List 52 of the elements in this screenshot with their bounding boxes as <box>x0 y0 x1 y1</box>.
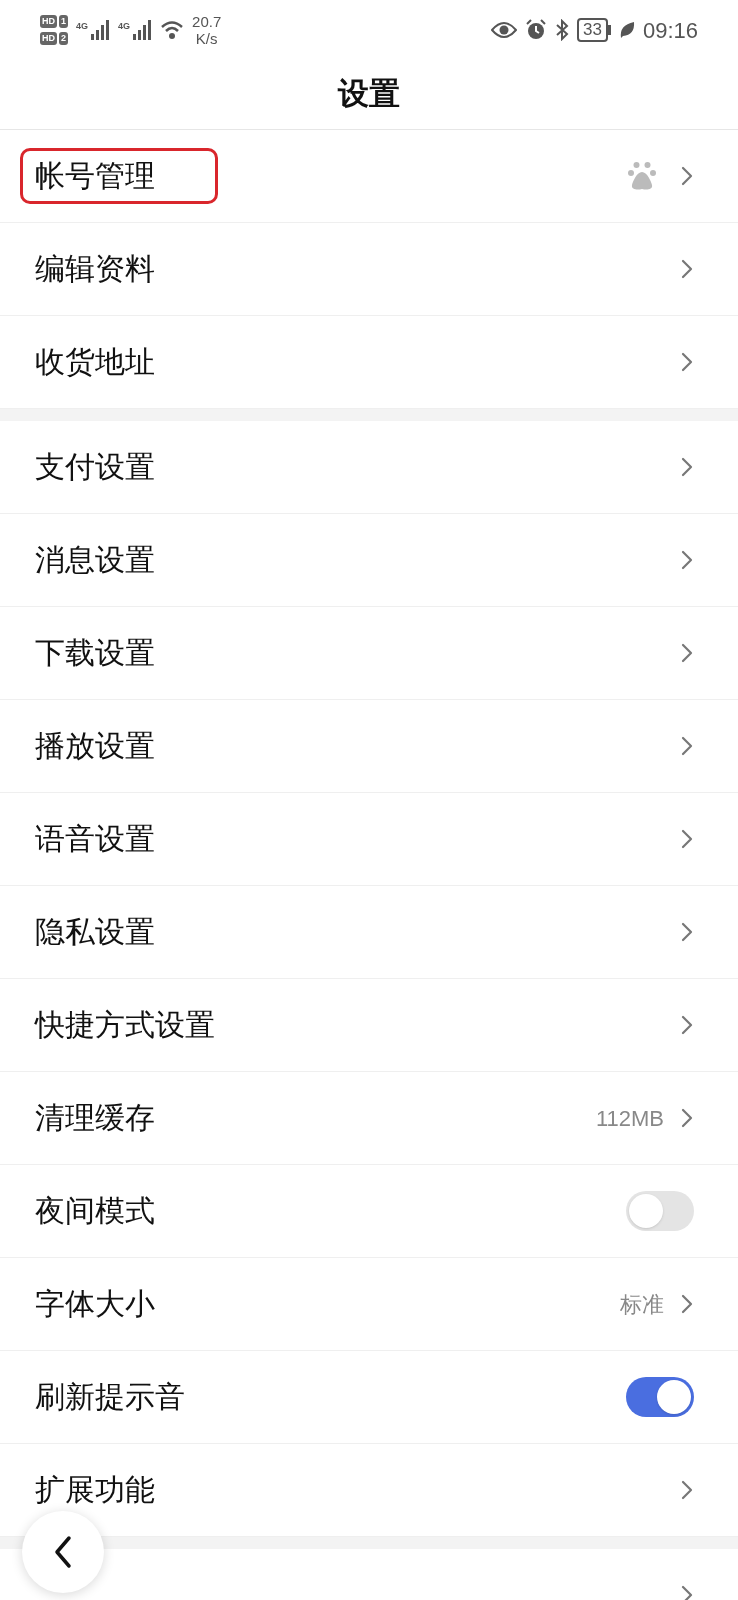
chevron-right-icon <box>680 828 694 850</box>
chevron-right-icon <box>680 549 694 571</box>
setting-label[interactable]: 收货地址 <box>35 345 155 379</box>
setting-value: 112MB <box>595 1104 664 1133</box>
speed-unit: K/s <box>195 30 218 47</box>
paw-icon <box>628 161 656 191</box>
network-speed: 20.7 <box>192 13 222 30</box>
setting-label[interactable]: 清理缓存 <box>35 1101 155 1135</box>
setting-label[interactable]: 播放设置 <box>35 729 155 763</box>
network-type: 4G <box>118 20 131 33</box>
setting-label[interactable]: 支付设置 <box>35 450 155 484</box>
setting-label[interactable]: 编辑资料 <box>35 252 155 286</box>
chevron-right-icon <box>680 351 694 373</box>
setting-label[interactable]: 刷新提示音 <box>35 1380 185 1414</box>
clock-time: 09:16 <box>642 16 698 45</box>
chevron-right-icon <box>680 1293 694 1315</box>
network-type: 4G <box>76 20 89 33</box>
chevron-right-icon <box>680 1107 694 1129</box>
chevron-right-icon <box>680 735 694 757</box>
setting-label[interactable]: 夜间模式 <box>35 1194 155 1228</box>
chevron-right-icon <box>680 921 694 943</box>
bluetooth-icon <box>555 19 569 41</box>
setting-value: 标准 <box>620 1290 664 1319</box>
chevron-right-icon <box>680 642 694 664</box>
setting-label[interactable]: 隐私设置 <box>35 915 155 949</box>
chevron-right-icon <box>680 258 694 280</box>
setting-label[interactable]: 字体大小 <box>35 1287 155 1321</box>
chevron-right-icon <box>680 1014 694 1036</box>
battery-level: 33 <box>577 18 608 42</box>
setting-label[interactable]: 帐号管理 <box>35 159 155 193</box>
sim-slot: 1 <box>59 15 68 28</box>
signal-icon <box>90 20 111 40</box>
sim-slot: 2 <box>59 32 68 45</box>
setting-label[interactable]: 语音设置 <box>35 822 155 856</box>
chevron-right-icon <box>680 1479 694 1501</box>
toggle-switch[interactable] <box>626 1191 694 1231</box>
toggle-switch[interactable] <box>626 1377 694 1417</box>
signal-icon <box>132 20 153 40</box>
setting-label[interactable]: 快捷方式设置 <box>35 1008 215 1042</box>
eye-icon <box>491 21 517 39</box>
setting-label[interactable]: 消息设置 <box>35 543 155 577</box>
setting-label[interactable]: 下载设置 <box>35 636 155 670</box>
alarm-icon <box>525 19 547 41</box>
chevron-right-icon <box>680 456 694 478</box>
wifi-icon <box>160 20 185 40</box>
sim-badge: HD <box>40 15 57 28</box>
chevron-right-icon <box>680 1584 694 1600</box>
sim-badge: HD <box>40 32 57 45</box>
chevron-right-icon <box>680 165 694 187</box>
leaf-icon <box>618 21 635 39</box>
setting-label[interactable]: 扩展功能 <box>35 1473 155 1507</box>
page-title: 设置 <box>338 75 400 114</box>
